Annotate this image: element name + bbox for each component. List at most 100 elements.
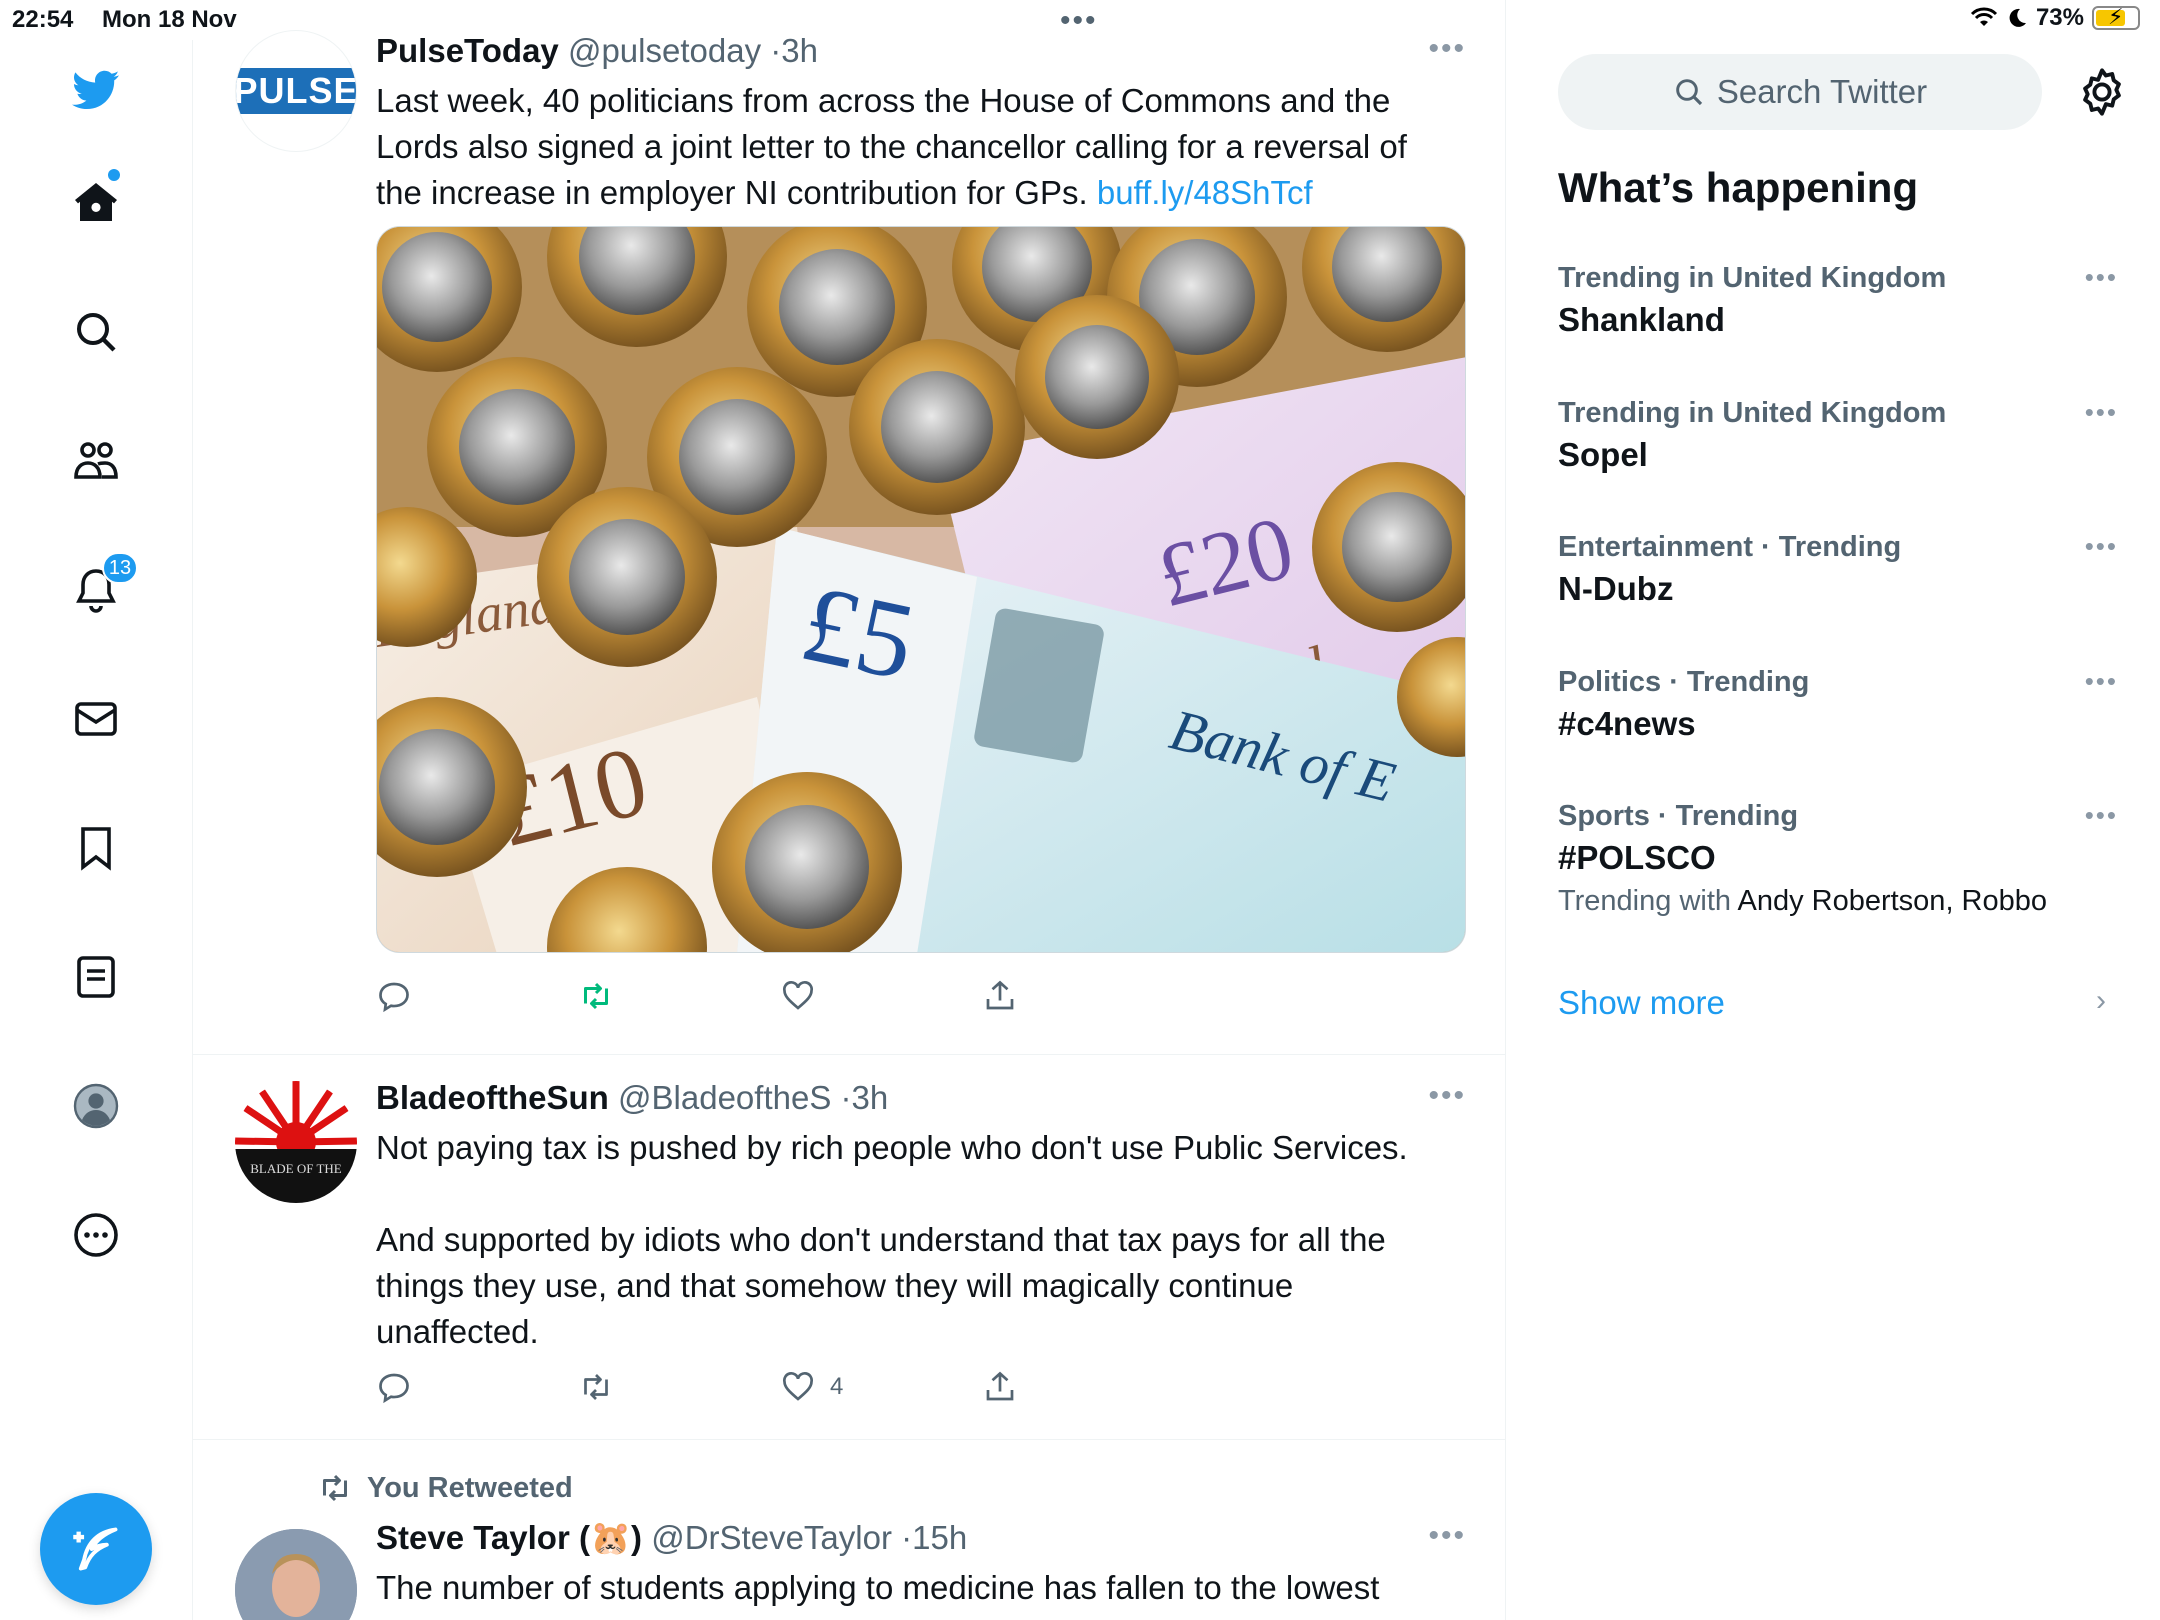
tweet-more-icon[interactable]: ••• bbox=[1428, 32, 1466, 66]
search-icon bbox=[1676, 79, 1702, 106]
share-icon bbox=[986, 980, 1014, 1010]
retweet-button[interactable] bbox=[578, 1369, 614, 1405]
tweet-actions: 4 bbox=[376, 1369, 1076, 1419]
tweet-card[interactable]: BLADE OF THE BladeoftheSun @BladeoftheS … bbox=[193, 1055, 1505, 1440]
trend-category: Entertainment · Trending bbox=[1558, 531, 1902, 563]
moon-icon bbox=[2009, 8, 2026, 27]
reply-button[interactable] bbox=[376, 978, 412, 1014]
tweet-text: Not paying tax is pushed by rich people … bbox=[376, 1125, 1456, 1355]
trend-with: Trending with Andy Robertson, Robbo bbox=[1558, 885, 2118, 918]
author-name[interactable]: Steve Taylor (🐹) bbox=[376, 1519, 642, 1556]
trend-item[interactable]: Trending in United Kingdom Shankland ••• bbox=[1558, 262, 2118, 339]
reply-button[interactable] bbox=[376, 1369, 412, 1405]
trend-category: Trending in United Kingdom bbox=[1558, 262, 1947, 294]
search-icon[interactable] bbox=[48, 284, 144, 380]
profile-avatar-icon[interactable] bbox=[48, 1058, 144, 1154]
tweet-time[interactable]: 15h bbox=[912, 1519, 967, 1556]
home-timeline: PULSE PulseToday @pulsetoday ·3h ••• Las… bbox=[193, 0, 1506, 1620]
separator: · bbox=[770, 32, 782, 69]
chevron-right-icon: › bbox=[2096, 984, 2106, 1017]
like-button[interactable] bbox=[780, 978, 816, 1014]
trend-more-icon[interactable]: ••• bbox=[2085, 666, 2118, 697]
tweet-image[interactable]: £20 England England £10 £5 Bank of E bbox=[376, 226, 1466, 953]
search-placeholder: Search Twitter bbox=[1716, 73, 1928, 110]
trend-more-icon[interactable]: ••• bbox=[2085, 800, 2118, 831]
avatar[interactable]: PULSE bbox=[235, 30, 357, 152]
pulse-logo: PULSE bbox=[236, 68, 356, 114]
author-name[interactable]: BladeoftheSun bbox=[376, 1079, 609, 1116]
share-button[interactable] bbox=[982, 1369, 1018, 1405]
share-button[interactable] bbox=[982, 978, 1018, 1014]
trend-more-icon[interactable]: ••• bbox=[2085, 262, 2118, 293]
tweet-header: BladeoftheSun @BladeoftheS ·3h bbox=[376, 1079, 888, 1117]
twitter-logo-icon[interactable] bbox=[48, 42, 144, 138]
tweet-text: The number of students applying to medic… bbox=[376, 1565, 1456, 1611]
more-options-icon[interactable] bbox=[48, 1187, 144, 1283]
tweet-paragraph: Not paying tax is pushed by rich people … bbox=[376, 1129, 1408, 1166]
communities-icon[interactable] bbox=[48, 413, 144, 509]
trend-item[interactable]: Entertainment · Trending N-Dubz ••• bbox=[1558, 531, 2118, 608]
trend-category: Politics · Trending bbox=[1558, 666, 1810, 698]
reply-icon bbox=[379, 1373, 409, 1404]
tweet-time[interactable]: 3h bbox=[781, 32, 818, 69]
compose-feather-icon bbox=[73, 1527, 118, 1571]
lists-icon[interactable] bbox=[48, 929, 144, 1025]
battery-percent: 73% bbox=[2035, 4, 2084, 31]
retweet-icon bbox=[584, 1374, 608, 1400]
trend-name: Sopel bbox=[1558, 436, 1648, 473]
steve-avatar-image bbox=[235, 1529, 357, 1620]
compose-tweet-button[interactable] bbox=[40, 1493, 152, 1605]
tweet-time[interactable]: 3h bbox=[852, 1079, 889, 1116]
heart-icon bbox=[783, 1372, 813, 1401]
tweet-link[interactable]: buff.ly/48ShTcf bbox=[1097, 174, 1313, 211]
retweet-context: You Retweeted bbox=[317, 1470, 573, 1506]
tweet-header: PulseToday @pulsetoday ·3h bbox=[376, 32, 818, 70]
author-handle[interactable]: @DrSteveTaylor bbox=[651, 1519, 892, 1556]
notifications-bell-icon[interactable]: 13 bbox=[48, 542, 144, 638]
like-button[interactable]: 4 bbox=[780, 1369, 843, 1405]
right-sidebar: Search Twitter What’s happening Trending… bbox=[1506, 40, 2160, 1620]
trend-category: Sports · Trending bbox=[1558, 800, 1799, 832]
messages-mail-icon[interactable] bbox=[48, 671, 144, 767]
trend-item[interactable]: Politics · Trending #c4news ••• bbox=[1558, 666, 2118, 743]
status-right: 73% ⚡ bbox=[1970, 4, 2140, 32]
avatar[interactable] bbox=[235, 1529, 357, 1620]
search-input[interactable]: Search Twitter bbox=[1558, 54, 2042, 130]
trend-name: Shankland bbox=[1558, 301, 1725, 338]
separator: · bbox=[901, 1519, 913, 1556]
trend-name: N-Dubz bbox=[1558, 570, 1674, 607]
trend-item[interactable]: Trending in United Kingdom Sopel ••• bbox=[1558, 397, 2118, 474]
trend-name: #POLSCO bbox=[1558, 839, 1716, 876]
whats-happening-title: What’s happening bbox=[1558, 164, 1919, 211]
retweet-label[interactable]: You Retweeted bbox=[367, 1472, 573, 1505]
show-more-link[interactable]: Show more bbox=[1558, 984, 1725, 1022]
battery-icon: ⚡ bbox=[2092, 4, 2140, 30]
author-handle[interactable]: @BladeoftheS bbox=[618, 1079, 831, 1116]
retweet-button[interactable] bbox=[578, 978, 614, 1014]
tweet-card[interactable]: You Retweeted Steve Taylor (🐹) @DrSteveT… bbox=[193, 1443, 1505, 1620]
heart-icon bbox=[783, 981, 813, 1010]
bookmarks-icon[interactable] bbox=[48, 800, 144, 896]
author-handle[interactable]: @pulsetoday bbox=[568, 32, 761, 69]
like-count: 4 bbox=[830, 1373, 844, 1400]
avatar[interactable]: BLADE OF THE bbox=[235, 1081, 357, 1203]
trend-more-icon[interactable]: ••• bbox=[2085, 397, 2118, 428]
status-time: 22:54 bbox=[12, 6, 74, 33]
home-icon[interactable] bbox=[48, 155, 144, 251]
share-icon bbox=[986, 1371, 1014, 1401]
retweet-small-icon bbox=[323, 1474, 347, 1502]
trend-more-icon[interactable]: ••• bbox=[2085, 531, 2118, 562]
tweet-header: Steve Taylor (🐹) @DrSteveTaylor ·15h bbox=[376, 1519, 967, 1558]
settings-gear-icon[interactable] bbox=[2076, 66, 2128, 118]
separator: · bbox=[840, 1079, 852, 1116]
tweet-more-icon[interactable]: ••• bbox=[1428, 1519, 1466, 1553]
tweet-card[interactable]: PULSE PulseToday @pulsetoday ·3h ••• Las… bbox=[193, 0, 1505, 1055]
trend-item[interactable]: Sports · Trending #POLSCO Trending with … bbox=[1558, 800, 2118, 918]
tweet-paragraph: And supported by idiots who don't unders… bbox=[376, 1221, 1386, 1350]
trend-with-names: Andy Robertson, Robbo bbox=[1737, 885, 2048, 917]
money-photo: £20 England England £10 £5 Bank of E bbox=[377, 227, 1465, 952]
tweet-more-icon[interactable]: ••• bbox=[1428, 1079, 1466, 1113]
retweet-icon-active bbox=[584, 982, 608, 1010]
wifi-icon bbox=[1970, 7, 1998, 26]
author-name[interactable]: PulseToday bbox=[376, 32, 559, 69]
